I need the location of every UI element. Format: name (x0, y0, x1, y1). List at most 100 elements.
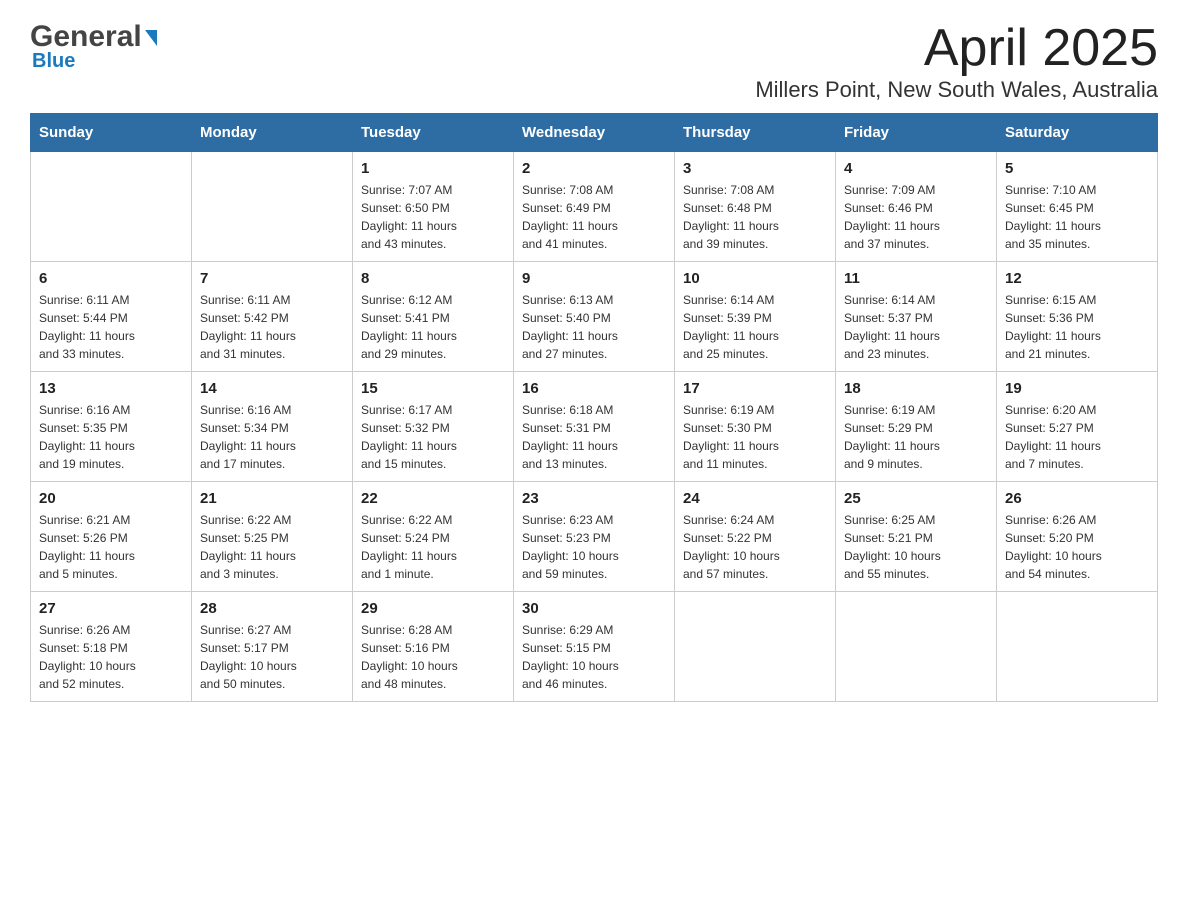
day-info: Sunrise: 6:27 AM Sunset: 5:17 PM Dayligh… (200, 621, 344, 693)
day-info: Sunrise: 6:26 AM Sunset: 5:20 PM Dayligh… (1005, 511, 1149, 583)
calendar-cell: 11 Sunrise: 6:14 AM Sunset: 5:37 PM Dayli… (836, 262, 997, 372)
day-number: 11 (844, 270, 988, 287)
day-number: 8 (361, 270, 505, 287)
day-info: Sunrise: 6:23 AM Sunset: 5:23 PM Dayligh… (522, 511, 666, 583)
day-number: 4 (844, 160, 988, 177)
calendar-cell: 7Sunrise: 6:11 AM Sunset: 5:42 PM Daylig… (192, 262, 353, 372)
calendar-week-2: 6Sunrise: 6:11 AM Sunset: 5:44 PM Daylig… (31, 262, 1158, 372)
day-info: Sunrise: 6:14 AM Sunset: 5:39 PM Dayligh… (683, 291, 827, 363)
calendar-cell: 3 Sunrise: 7:08 AM Sunset: 6:48 PM Daylig… (675, 152, 836, 262)
calendar-cell (997, 592, 1158, 702)
calendar-cell: 23 Sunrise: 6:23 AM Sunset: 5:23 PM Dayli… (514, 482, 675, 592)
day-number: 2 (522, 160, 666, 177)
calendar-cell: 19 Sunrise: 6:20 AM Sunset: 5:27 PM Dayli… (997, 372, 1158, 482)
calendar-cell: 18Sunrise: 6:19 AM Sunset: 5:29 PM Dayli… (836, 372, 997, 482)
day-info: Sunrise: 6:13 AM Sunset: 5:40 PM Dayligh… (522, 291, 666, 363)
calendar-cell: 8 Sunrise: 6:12 AM Sunset: 5:41 PM Daylig… (353, 262, 514, 372)
day-info: Sunrise: 6:16 AM Sunset: 5:35 PM Dayligh… (39, 401, 183, 473)
day-number: 30 (522, 600, 666, 617)
weekday-header-friday: Friday (836, 114, 997, 152)
day-number: 14 (200, 380, 344, 397)
weekday-header-row: SundayMondayTuesdayWednesdayThursdayFrid… (31, 114, 1158, 152)
day-number: 29 (361, 600, 505, 617)
calendar-cell: 25Sunrise: 6:25 AM Sunset: 5:21 PM Dayli… (836, 482, 997, 592)
calendar-cell: 13 Sunrise: 6:16 AM Sunset: 5:35 PM Dayli… (31, 372, 192, 482)
calendar-cell: 20 Sunrise: 6:21 AM Sunset: 5:26 PM Dayli… (31, 482, 192, 592)
day-info: Sunrise: 6:18 AM Sunset: 5:31 PM Dayligh… (522, 401, 666, 473)
calendar-cell (836, 592, 997, 702)
calendar-cell: 15Sunrise: 6:17 AM Sunset: 5:32 PM Dayli… (353, 372, 514, 482)
day-info: Sunrise: 6:24 AM Sunset: 5:22 PM Dayligh… (683, 511, 827, 583)
calendar-cell (192, 152, 353, 262)
day-info: Sunrise: 6:19 AM Sunset: 5:30 PM Dayligh… (683, 401, 827, 473)
day-number: 13 (39, 380, 183, 397)
calendar-cell: 24 Sunrise: 6:24 AM Sunset: 5:22 PM Dayli… (675, 482, 836, 592)
day-info: Sunrise: 6:26 AM Sunset: 5:18 PM Dayligh… (39, 621, 183, 693)
calendar-body: 1 Sunrise: 7:07 AM Sunset: 6:50 PM Daylig… (31, 152, 1158, 702)
day-info: Sunrise: 6:22 AM Sunset: 5:25 PM Dayligh… (200, 511, 344, 583)
day-number: 5 (1005, 160, 1149, 177)
day-info: Sunrise: 6:28 AM Sunset: 5:16 PM Dayligh… (361, 621, 505, 693)
day-info: Sunrise: 6:20 AM Sunset: 5:27 PM Dayligh… (1005, 401, 1149, 473)
calendar-cell: 27 Sunrise: 6:26 AM Sunset: 5:18 PM Dayli… (31, 592, 192, 702)
calendar-week-1: 1 Sunrise: 7:07 AM Sunset: 6:50 PM Daylig… (31, 152, 1158, 262)
day-info: Sunrise: 6:14 AM Sunset: 5:37 PM Dayligh… (844, 291, 988, 363)
day-info: Sunrise: 7:08 AM Sunset: 6:49 PM Dayligh… (522, 181, 666, 253)
day-info: Sunrise: 6:15 AM Sunset: 5:36 PM Dayligh… (1005, 291, 1149, 363)
weekday-header-saturday: Saturday (997, 114, 1158, 152)
day-info: Sunrise: 6:25 AM Sunset: 5:21 PM Dayligh… (844, 511, 988, 583)
day-info: Sunrise: 6:21 AM Sunset: 5:26 PM Dayligh… (39, 511, 183, 583)
calendar-cell: 4 Sunrise: 7:09 AM Sunset: 6:46 PM Daylig… (836, 152, 997, 262)
day-number: 22 (361, 490, 505, 507)
logo-general-text: General (30, 20, 142, 54)
logo-line1: General (30, 20, 157, 54)
calendar-header: SundayMondayTuesdayWednesdayThursdayFrid… (31, 114, 1158, 152)
day-number: 23 (522, 490, 666, 507)
day-number: 27 (39, 600, 183, 617)
day-number: 28 (200, 600, 344, 617)
day-info: Sunrise: 7:10 AM Sunset: 6:45 PM Dayligh… (1005, 181, 1149, 253)
calendar-cell: 28 Sunrise: 6:27 AM Sunset: 5:17 PM Dayli… (192, 592, 353, 702)
day-info: Sunrise: 6:17 AM Sunset: 5:32 PM Dayligh… (361, 401, 505, 473)
day-info: Sunrise: 7:08 AM Sunset: 6:48 PM Dayligh… (683, 181, 827, 253)
day-number: 19 (1005, 380, 1149, 397)
calendar-cell: 29 Sunrise: 6:28 AM Sunset: 5:16 PM Dayli… (353, 592, 514, 702)
calendar-cell: 5 Sunrise: 7:10 AM Sunset: 6:45 PM Daylig… (997, 152, 1158, 262)
day-number: 21 (200, 490, 344, 507)
day-info: Sunrise: 6:16 AM Sunset: 5:34 PM Dayligh… (200, 401, 344, 473)
month-year-title: April 2025 (755, 20, 1158, 77)
day-info: Sunrise: 6:11 AM Sunset: 5:42 PM Dayligh… (200, 291, 344, 363)
day-number: 1 (361, 160, 505, 177)
calendar-cell: 2 Sunrise: 7:08 AM Sunset: 6:49 PM Daylig… (514, 152, 675, 262)
page-header: General Blue April 2025 Millers Point, N… (30, 20, 1158, 103)
day-number: 3 (683, 160, 827, 177)
day-info: Sunrise: 7:07 AM Sunset: 6:50 PM Dayligh… (361, 181, 505, 253)
day-number: 9 (522, 270, 666, 287)
calendar-cell: 21 Sunrise: 6:22 AM Sunset: 5:25 PM Dayli… (192, 482, 353, 592)
day-number: 12 (1005, 270, 1149, 287)
calendar-table: SundayMondayTuesdayWednesdayThursdayFrid… (30, 113, 1158, 702)
day-info: Sunrise: 6:22 AM Sunset: 5:24 PM Dayligh… (361, 511, 505, 583)
calendar-week-3: 13 Sunrise: 6:16 AM Sunset: 5:35 PM Dayli… (31, 372, 1158, 482)
day-info: Sunrise: 6:29 AM Sunset: 5:15 PM Dayligh… (522, 621, 666, 693)
calendar-cell: 30 Sunrise: 6:29 AM Sunset: 5:15 PM Dayli… (514, 592, 675, 702)
calendar-cell: 10Sunrise: 6:14 AM Sunset: 5:39 PM Dayli… (675, 262, 836, 372)
calendar-cell: 17 Sunrise: 6:19 AM Sunset: 5:30 PM Dayli… (675, 372, 836, 482)
day-number: 6 (39, 270, 183, 287)
logo-triangle-icon (145, 30, 157, 46)
day-number: 24 (683, 490, 827, 507)
weekday-header-monday: Monday (192, 114, 353, 152)
calendar-week-4: 20 Sunrise: 6:21 AM Sunset: 5:26 PM Dayli… (31, 482, 1158, 592)
weekday-header-sunday: Sunday (31, 114, 192, 152)
title-block: April 2025 Millers Point, New South Wale… (755, 20, 1158, 103)
day-number: 16 (522, 380, 666, 397)
day-info: Sunrise: 7:09 AM Sunset: 6:46 PM Dayligh… (844, 181, 988, 253)
day-number: 20 (39, 490, 183, 507)
calendar-cell: 14 Sunrise: 6:16 AM Sunset: 5:34 PM Dayli… (192, 372, 353, 482)
calendar-cell: 22 Sunrise: 6:22 AM Sunset: 5:24 PM Dayli… (353, 482, 514, 592)
calendar-cell: 6Sunrise: 6:11 AM Sunset: 5:44 PM Daylig… (31, 262, 192, 372)
calendar-cell: 26Sunrise: 6:26 AM Sunset: 5:20 PM Dayli… (997, 482, 1158, 592)
day-number: 17 (683, 380, 827, 397)
calendar-cell (31, 152, 192, 262)
day-info: Sunrise: 6:12 AM Sunset: 5:41 PM Dayligh… (361, 291, 505, 363)
